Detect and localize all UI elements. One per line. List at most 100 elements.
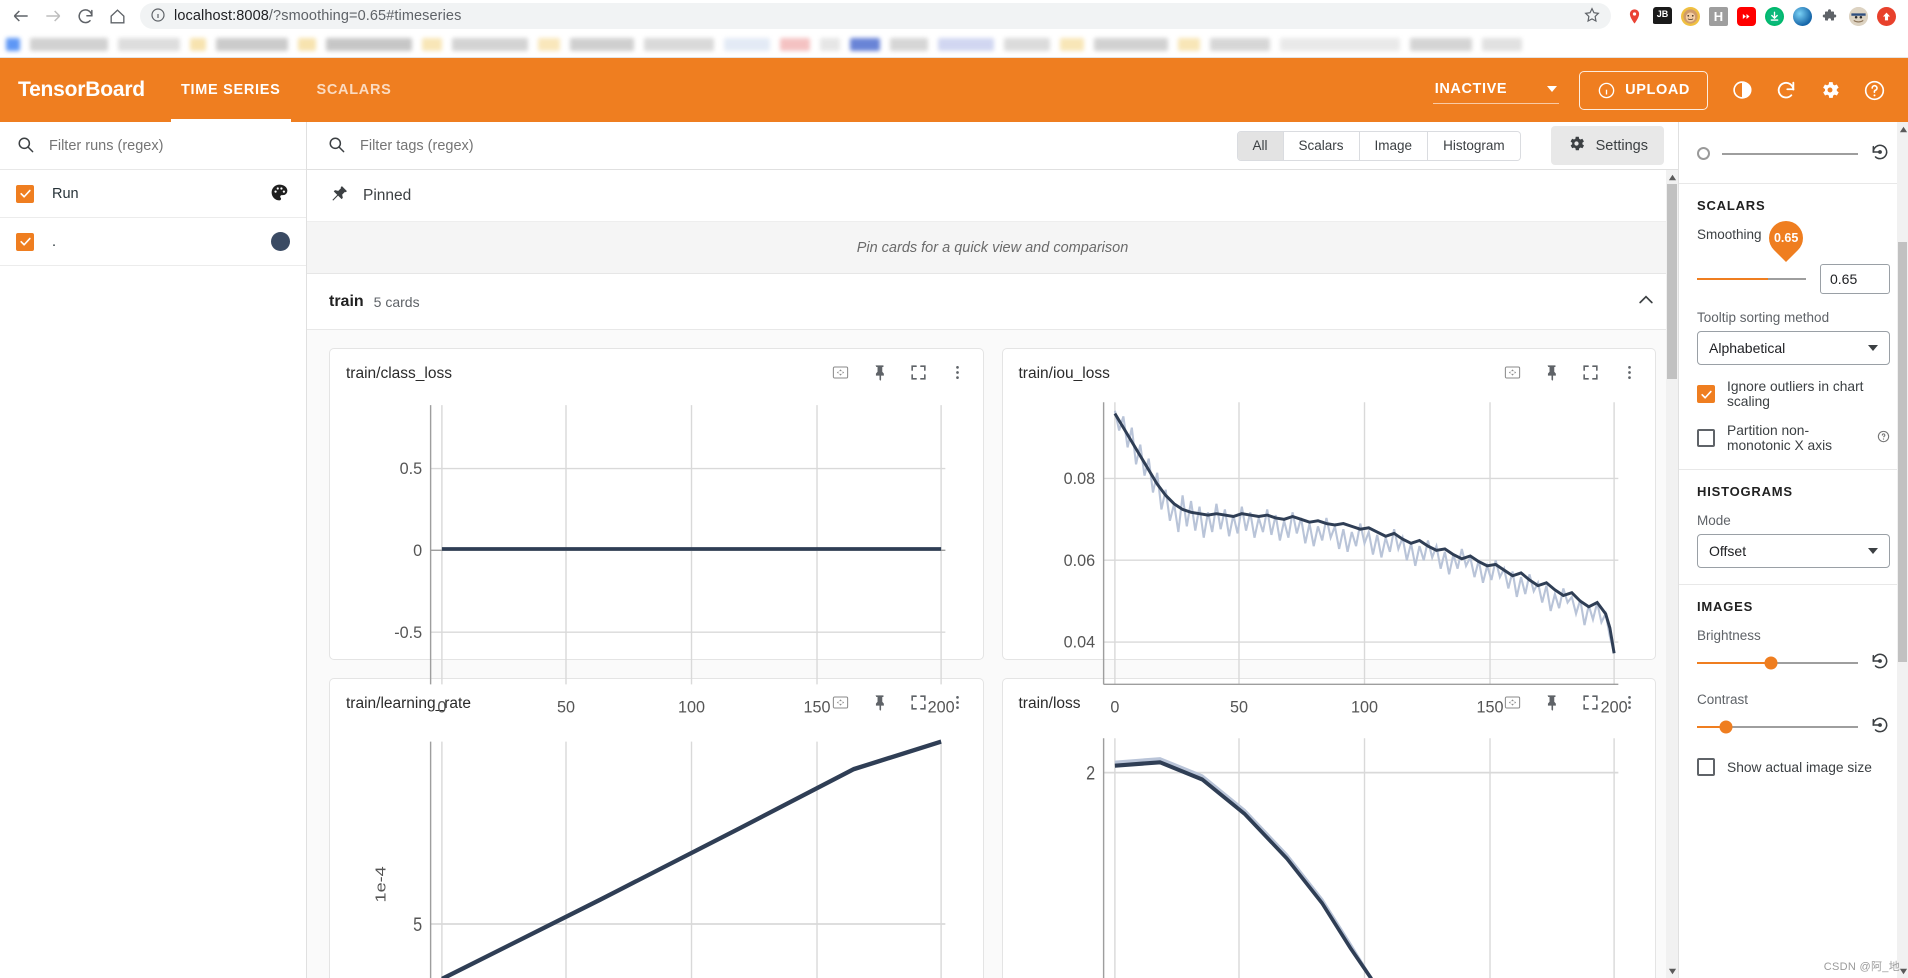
reset-icon[interactable] [1870,651,1890,674]
partition-x-axis-checkbox[interactable] [1697,429,1715,447]
histogram-mode-select[interactable]: Offset [1697,534,1890,568]
run-filter-row[interactable]: Filter runs (regex) [0,122,306,170]
bookmark-item[interactable] [118,38,180,51]
brightness-icon[interactable] [1722,70,1762,110]
home-icon[interactable] [102,1,132,31]
tooltip-sort-select[interactable]: Alphabetical [1697,331,1890,365]
palette-icon[interactable] [269,182,290,206]
tab-scalars[interactable]: SCALARS [299,58,410,122]
address-bar[interactable]: localhost:8008/?smoothing=0.65#timeserie… [140,3,1611,29]
bookmark-item[interactable] [298,38,316,51]
bookmark-item[interactable] [1482,38,1522,51]
filter-histogram[interactable]: Histogram [1428,131,1520,160]
settings-scrollbar[interactable] [1897,122,1908,978]
pin-icon[interactable] [870,363,889,385]
scroll-up-arrow-icon[interactable] [1666,170,1678,184]
fullscreen-icon[interactable] [909,363,928,385]
more-vert-icon[interactable] [1620,363,1639,385]
bookmark-item[interactable] [216,38,288,51]
chart-iou-loss[interactable]: 0.08 0.06 0.04 0 50 100 150 200 [1019,391,1640,729]
main-scrollbar[interactable] [1666,170,1678,978]
scrollbar-thumb[interactable] [1898,242,1907,662]
bookmark-item[interactable] [1210,38,1270,51]
bookmark-item[interactable] [422,38,442,51]
bookmark-item[interactable] [780,38,810,51]
smoothing-input[interactable]: 0.65 [1820,264,1890,294]
download-manager-icon[interactable] [1765,6,1784,26]
bookmark-item[interactable] [1094,38,1168,51]
fit-domain-icon[interactable] [831,363,850,385]
reset-icon[interactable] [1870,715,1890,738]
bookmark-star-icon[interactable] [1583,6,1601,27]
bookmark-item[interactable] [452,38,528,51]
partition-x-axis-row[interactable]: Partition non-monotonic X axis [1697,423,1890,453]
settings-gear-icon[interactable] [1810,70,1850,110]
fullscreen-icon[interactable] [1581,363,1600,385]
run-row[interactable]: . [0,218,306,266]
bookmark-item[interactable] [890,38,928,51]
youtube-downloader-icon[interactable] [1737,6,1756,26]
forward-arrow-icon[interactable] [38,1,68,31]
reset-icon[interactable] [1870,142,1890,165]
run-row[interactable]: Run [0,170,306,218]
bookmark-item[interactable] [190,38,206,51]
idm-globe-icon[interactable] [1793,6,1812,26]
settings-toggle-button[interactable]: Settings [1550,126,1664,165]
filter-image[interactable]: Image [1359,131,1429,160]
extensions-puzzle-icon[interactable] [1821,7,1840,26]
brightness-slider[interactable] [1697,656,1858,669]
tampermonkey-icon[interactable] [1681,6,1700,26]
bookmark-item[interactable] [1178,38,1200,51]
ignore-outliers-checkbox[interactable] [1697,385,1715,403]
run-filter-input[interactable]: Filter runs (regex) [49,138,163,154]
run-color-dot[interactable] [271,232,290,251]
fit-domain-icon[interactable] [1503,363,1522,385]
bookmark-item[interactable] [850,38,880,51]
bookmark-item[interactable] [820,38,840,51]
run-checkbox[interactable] [16,184,34,203]
help-circle-icon[interactable] [1854,70,1894,110]
bookmark-item[interactable] [1004,38,1050,51]
group-header-train[interactable]: train 5 cards [307,274,1678,330]
reload-icon[interactable] [70,1,100,31]
chart-class-loss[interactable]: 0.5 0 -0.5 0 50 100 150 200 [346,391,967,729]
filter-scalars[interactable]: Scalars [1283,131,1360,160]
generic-slider-row[interactable] [1697,142,1890,165]
bookmark-item[interactable] [1410,38,1472,51]
chart-learning-rate[interactable]: 1e-4 5 [346,721,967,978]
bookmark-item[interactable] [644,38,714,51]
location-pin-icon[interactable] [1625,7,1644,26]
bookmark-item[interactable] [6,38,20,51]
smoothing-slider[interactable] [1697,278,1806,280]
bookmark-item[interactable] [724,38,770,51]
slider-knob[interactable] [1697,147,1710,160]
tab-time-series[interactable]: TIME SERIES [163,58,299,122]
back-arrow-icon[interactable] [6,1,36,31]
update-arrow-icon[interactable] [1877,6,1896,26]
slider-track[interactable] [1722,152,1858,155]
upload-button[interactable]: UPLOAD [1579,70,1708,110]
app-logo[interactable]: TensorBoard [0,78,163,102]
scroll-down-arrow-icon[interactable] [1666,964,1678,978]
brightness-slider-row[interactable] [1697,651,1890,674]
h-extension-icon[interactable]: H [1709,6,1728,26]
contrast-slider[interactable] [1697,720,1858,733]
chevron-up-icon[interactable] [1636,290,1656,313]
actual-image-size-checkbox[interactable] [1697,758,1715,776]
scrollbar-thumb[interactable] [1667,184,1677,379]
actual-image-size-row[interactable]: Show actual image size [1697,758,1890,776]
bookmark-item[interactable] [30,38,108,51]
ignore-outliers-row[interactable]: Ignore outliers in chart scaling [1697,379,1890,409]
pin-icon[interactable] [1542,363,1561,385]
bookmark-item[interactable] [326,38,412,51]
more-vert-icon[interactable] [948,363,967,385]
bookmark-item[interactable] [1280,38,1400,51]
contrast-slider-row[interactable] [1697,715,1890,738]
bookmark-item[interactable] [570,38,634,51]
refresh-icon[interactable] [1766,70,1806,110]
bookmark-item[interactable] [1060,38,1084,51]
run-checkbox[interactable] [16,232,34,251]
chart-loss[interactable]: 2 [1019,721,1640,978]
tag-filter-input[interactable]: Filter tags (regex) [360,138,474,154]
run-status-dropdown[interactable]: INACTIVE [1432,77,1560,104]
